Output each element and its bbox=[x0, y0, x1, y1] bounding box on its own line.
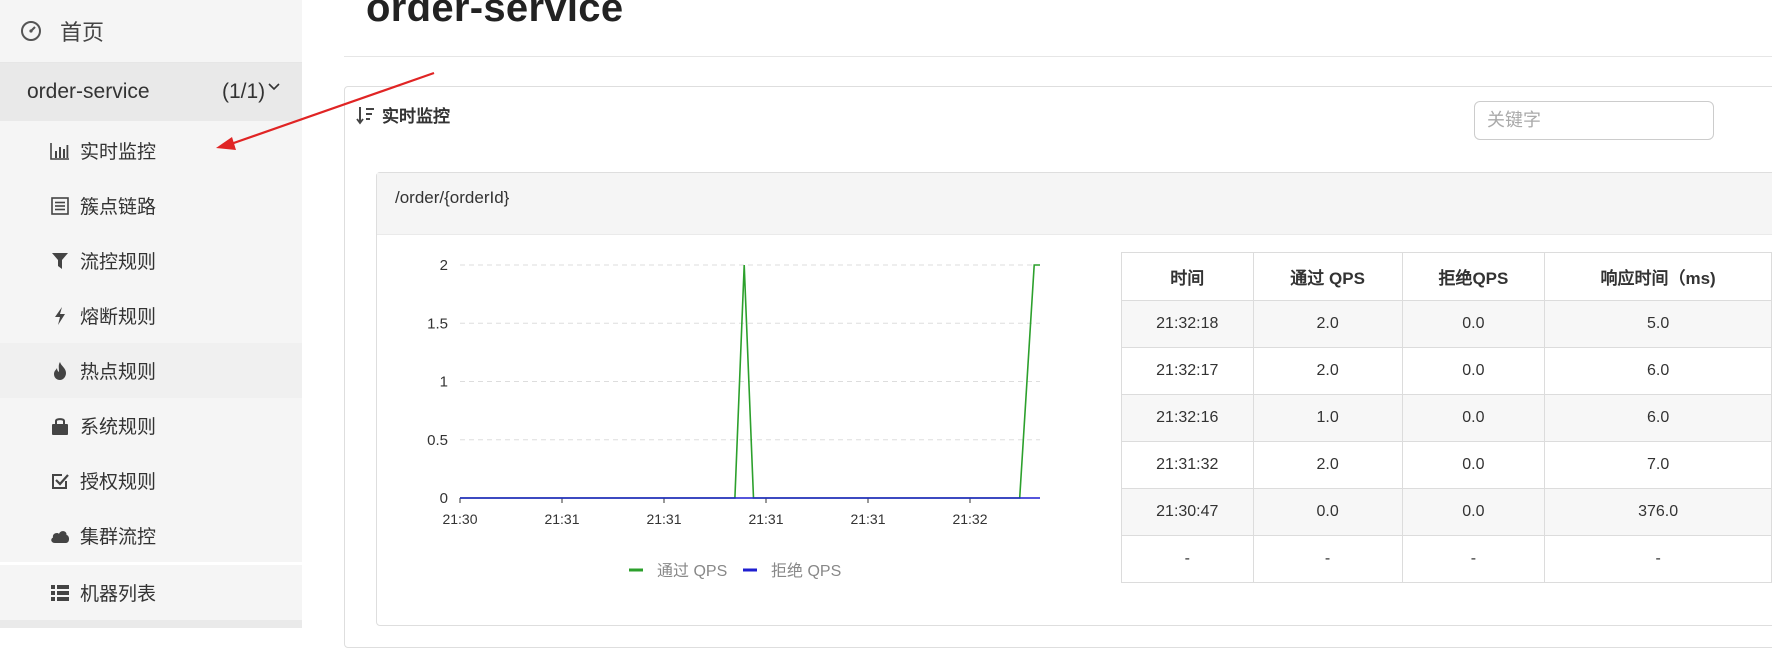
cell-time: 21:30:47 bbox=[1121, 488, 1254, 536]
cell-pass-qps: 1.0 bbox=[1252, 394, 1403, 442]
header-time: 时间 bbox=[1121, 252, 1254, 301]
cell-time: 21:32:17 bbox=[1121, 347, 1254, 395]
table-row: 21:32:18 2.0 0.0 5.0 bbox=[1121, 300, 1772, 348]
cell-pass-qps: 0.0 bbox=[1252, 488, 1403, 536]
cell-time: - bbox=[1121, 535, 1254, 583]
y-tick-label: 1.5 bbox=[427, 315, 448, 332]
cell-reject-qps: 0.0 bbox=[1401, 394, 1546, 442]
cell-pass-qps: 2.0 bbox=[1252, 300, 1403, 348]
cell-rt: 6.0 bbox=[1544, 394, 1772, 442]
x-tick-label: 21:31 bbox=[748, 511, 783, 527]
cell-rt: 376.0 bbox=[1544, 488, 1772, 536]
cell-pass-qps: 2.0 bbox=[1252, 347, 1403, 395]
cell-rt: - bbox=[1544, 535, 1772, 583]
cell-rt: 5.0 bbox=[1544, 300, 1772, 348]
cell-reject-qps: - bbox=[1401, 535, 1546, 583]
x-tick-label: 21:31 bbox=[850, 511, 885, 527]
table-header-row: 时间 通过 QPS 拒绝QPS 响应时间（ms) bbox=[1121, 252, 1772, 301]
table-row: 21:32:16 1.0 0.0 6.0 bbox=[1121, 394, 1772, 442]
table-row: ---- bbox=[1121, 535, 1772, 583]
qps-table: 时间 通过 QPS 拒绝QPS 响应时间（ms) 21:32:18 2.0 0.0 5… bbox=[1121, 252, 1772, 583]
cell-reject-qps: 0.0 bbox=[1401, 300, 1546, 348]
cell-time: 21:31:32 bbox=[1121, 441, 1254, 489]
header-reject-qps: 拒绝QPS bbox=[1401, 252, 1546, 301]
header-response-time: 响应时间（ms) bbox=[1544, 252, 1772, 301]
y-tick-label: 1 bbox=[440, 374, 448, 391]
cell-reject-qps: 0.0 bbox=[1401, 488, 1546, 536]
y-tick-label: 2 bbox=[440, 257, 448, 274]
header-pass-qps: 通过 QPS bbox=[1252, 252, 1403, 301]
y-tick-label: 0 bbox=[440, 490, 448, 507]
cell-pass-qps: - bbox=[1252, 535, 1403, 583]
cell-time: 21:32:18 bbox=[1121, 300, 1254, 348]
legend-label: 通过 QPS bbox=[657, 562, 727, 580]
cell-time: 21:32:16 bbox=[1121, 394, 1254, 442]
cell-rt: 6.0 bbox=[1544, 347, 1772, 395]
table-row: 21:30:47 0.0 0.0 376.0 bbox=[1121, 488, 1772, 536]
x-tick-label: 21:32 bbox=[952, 511, 987, 527]
cell-reject-qps: 0.0 bbox=[1401, 347, 1546, 395]
cell-reject-qps: 0.0 bbox=[1401, 441, 1546, 489]
legend-label: 拒绝 QPS bbox=[771, 562, 841, 580]
table-row: 21:31:32 2.0 0.0 7.0 bbox=[1121, 441, 1772, 489]
cell-pass-qps: 2.0 bbox=[1252, 441, 1403, 489]
x-tick-label: 21:30 bbox=[442, 511, 477, 527]
x-tick-label: 21:31 bbox=[646, 511, 681, 527]
cell-rt: 7.0 bbox=[1544, 441, 1772, 489]
x-tick-label: 21:31 bbox=[544, 511, 579, 527]
y-tick-label: 0.5 bbox=[427, 432, 448, 449]
table-row: 21:32:17 2.0 0.0 6.0 bbox=[1121, 347, 1772, 395]
